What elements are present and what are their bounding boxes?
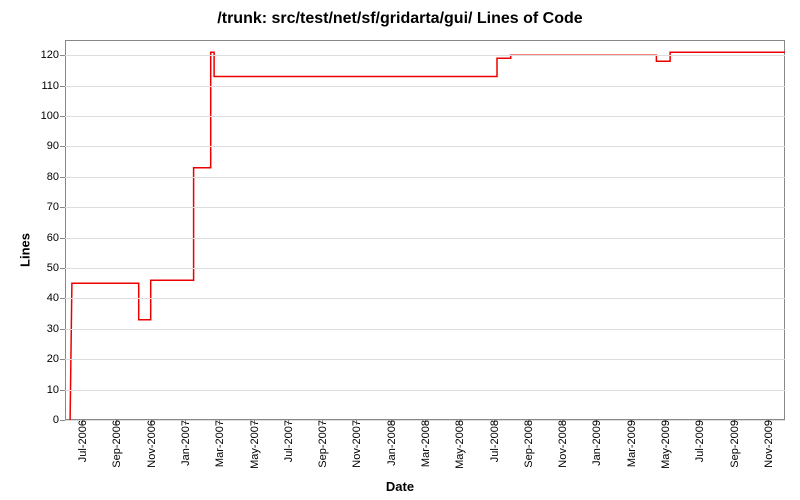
- ytick-label: 50: [47, 262, 65, 274]
- gridline: [65, 116, 785, 117]
- xtick-label: Jul-2006: [75, 420, 89, 462]
- gridline: [65, 55, 785, 56]
- xtick-label: Jul-2007: [281, 420, 295, 462]
- xtick-label: Mar-2008: [418, 420, 432, 467]
- ytick-label: 90: [47, 140, 65, 152]
- gridline: [65, 268, 785, 269]
- xtick-label: Mar-2009: [624, 420, 638, 467]
- xtick-label: Jan-2009: [589, 420, 603, 466]
- ytick-label: 20: [47, 353, 65, 365]
- ytick-label: 120: [41, 49, 65, 61]
- xtick-label: May-2007: [247, 420, 261, 469]
- ytick-label: 30: [47, 323, 65, 335]
- xtick-label: May-2008: [452, 420, 466, 469]
- xtick-label: Nov-2006: [144, 420, 158, 468]
- xtick-label: Sep-2007: [315, 420, 329, 468]
- xtick-label: Sep-2008: [521, 420, 535, 468]
- ytick-label: 40: [47, 292, 65, 304]
- x-axis-label: Date: [0, 479, 800, 494]
- ytick-label: 60: [47, 232, 65, 244]
- plot-area: 0102030405060708090100110120Jul-2006Sep-…: [65, 40, 785, 420]
- xtick-label: Nov-2008: [555, 420, 569, 468]
- gridline: [65, 207, 785, 208]
- gridline: [65, 359, 785, 360]
- xtick-label: Jul-2008: [487, 420, 501, 462]
- xtick-label: Jul-2009: [692, 420, 706, 462]
- ytick-label: 70: [47, 201, 65, 213]
- xtick-label: Jan-2008: [384, 420, 398, 466]
- xtick-label: Jan-2007: [178, 420, 192, 466]
- gridline: [65, 86, 785, 87]
- gridline: [65, 390, 785, 391]
- ytick-label: 100: [41, 110, 65, 122]
- ytick-label: 110: [41, 80, 65, 92]
- gridline: [65, 329, 785, 330]
- ytick-label: 0: [53, 414, 65, 426]
- chart-title: /trunk: src/test/net/sf/gridarta/gui/ Li…: [0, 10, 800, 28]
- gridline: [65, 298, 785, 299]
- xtick-label: Mar-2007: [212, 420, 226, 467]
- gridline: [65, 177, 785, 178]
- gridline: [65, 146, 785, 147]
- gridline: [65, 238, 785, 239]
- y-axis-label: Lines: [17, 233, 32, 267]
- ytick-label: 80: [47, 171, 65, 183]
- xtick-label: Nov-2009: [761, 420, 775, 468]
- chart-container: /trunk: src/test/net/sf/gridarta/gui/ Li…: [0, 0, 800, 500]
- ytick-label: 10: [47, 384, 65, 396]
- xtick-label: May-2009: [658, 420, 672, 469]
- line-series: [65, 40, 785, 420]
- xtick-label: Nov-2007: [349, 420, 363, 468]
- xtick-label: Sep-2009: [727, 420, 741, 468]
- xtick-label: Sep-2006: [109, 420, 123, 468]
